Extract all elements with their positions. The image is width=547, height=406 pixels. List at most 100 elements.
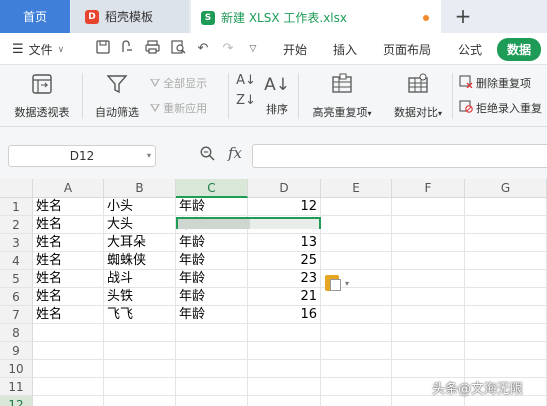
column-header-f[interactable]: F [392, 179, 465, 198]
cell-b5[interactable]: 战斗 [104, 270, 176, 288]
reapply-icon: ⛛ [150, 100, 161, 115]
cell-c4[interactable]: 年龄 [176, 252, 248, 270]
cell-a3[interactable]: 姓名 [33, 234, 104, 252]
cell-b4[interactable]: 蜘蛛侠 [104, 252, 176, 270]
save-icon[interactable] [94, 40, 112, 58]
remove-duplicates-button[interactable]: 删除重复项 [459, 75, 531, 91]
cell-d4[interactable]: 25 [248, 252, 321, 270]
cell-c3[interactable]: 年龄 [176, 234, 248, 252]
cell-d3[interactable]: 13 [248, 234, 321, 252]
ribbon-divider [298, 73, 299, 119]
autofilter-label: 自动筛选 [95, 106, 139, 119]
unsaved-dot-icon [423, 15, 429, 21]
row-header-6[interactable]: 6 [0, 288, 33, 306]
cell-b7[interactable]: 飞飞 [104, 306, 176, 324]
row-header-3[interactable]: 3 [0, 234, 33, 252]
formula-input[interactable] [252, 144, 547, 168]
cell-a5[interactable]: 姓名 [33, 270, 104, 288]
file-menu[interactable]: ☰ 文件 ∨ [12, 41, 64, 58]
column-header-b[interactable]: B [104, 179, 176, 198]
cell-a4[interactable]: 姓名 [33, 252, 104, 270]
name-box[interactable]: D12 ▾ [8, 145, 156, 167]
ribbon-divider [452, 73, 453, 119]
row-header-8[interactable]: 8 [0, 324, 33, 342]
column-header-c[interactable]: C [176, 179, 248, 198]
print-icon[interactable] [143, 40, 161, 58]
zoom-search-icon[interactable] [200, 146, 215, 165]
hamburger-icon: ☰ [12, 42, 24, 57]
active-cell-selection[interactable] [176, 217, 321, 229]
sort-button[interactable]: A↓ 排序 [262, 73, 292, 117]
tab-bar: 首页 D 稻壳模板 S 新建 XLSX 工作表.xlsx + [0, 0, 547, 33]
row-header-5[interactable]: 5 [0, 270, 33, 288]
tab-document[interactable]: S 新建 XLSX 工作表.xlsx [191, 0, 441, 33]
cell-a1[interactable]: 姓名 [33, 198, 104, 216]
pivot-table-button[interactable]: 数据透视表 [10, 73, 74, 120]
file-menu-label: 文件 [28, 43, 53, 57]
paste-options-button[interactable]: ▾ [325, 275, 349, 291]
cell-b3[interactable]: 大耳朵 [104, 234, 176, 252]
undo-icon[interactable]: ↶ [194, 40, 212, 58]
cell-a6[interactable]: 姓名 [33, 288, 104, 306]
cell-b6[interactable]: 头铁 [104, 288, 176, 306]
ribbon-data: 数据透视表 自动筛选 ⛛ 全部显示 ⛛ 重新应用 A↓ Z↓ A↓ 排序 高亮重… [0, 65, 547, 127]
cell-d5[interactable]: 23 [248, 270, 321, 288]
fx-icon[interactable]: fx [228, 144, 242, 162]
autofilter-button[interactable]: 自动筛选 [90, 73, 144, 120]
row-header-2[interactable]: 2 [0, 216, 33, 234]
new-tab-button[interactable]: + [452, 4, 474, 28]
select-all-corner[interactable] [0, 179, 33, 198]
row-header-12[interactable]: 12 [0, 396, 33, 406]
cell-c1[interactable]: 年龄 [176, 198, 248, 216]
tab-data[interactable]: 数据 [497, 38, 542, 61]
cell-d6[interactable]: 21 [248, 288, 321, 306]
tab-template[interactable]: D 稻壳模板 [71, 0, 189, 33]
cell-d1[interactable]: 12 [248, 198, 321, 216]
row-header-4[interactable]: 4 [0, 252, 33, 270]
row-header-1[interactable]: 1 [0, 198, 33, 216]
show-all-button[interactable]: ⛛ 全部显示 [150, 75, 207, 91]
formula-bar: D12 ▾ fx [0, 127, 547, 179]
tab-home-label: 首页 [22, 10, 47, 24]
grid-column-line [391, 198, 392, 406]
column-header-g[interactable]: G [465, 179, 547, 198]
redo-icon[interactable]: ↷ [219, 40, 237, 58]
export-pdf-icon[interactable] [118, 40, 136, 58]
cell-c5[interactable]: 年龄 [176, 270, 248, 288]
cell-d7[interactable]: 16 [248, 306, 321, 324]
tab-start[interactable]: 开始 [283, 41, 307, 58]
cell-a7[interactable]: 姓名 [33, 306, 104, 324]
cell-b2[interactable]: 大头 [104, 216, 176, 234]
grid-column-line [464, 198, 465, 406]
reject-duplicates-icon [459, 100, 473, 116]
cell-c7[interactable]: 年龄 [176, 306, 248, 324]
tab-formula[interactable]: 公式 [458, 41, 482, 58]
tab-template-label: 稻壳模板 [105, 10, 154, 24]
row-header-10[interactable]: 10 [0, 360, 33, 378]
column-header-e[interactable]: E [321, 179, 392, 198]
grid-row-line [33, 341, 547, 342]
spreadsheet-grid[interactable]: ABCDEFG123456789101112姓名小头年龄12姓名大头年龄15姓名… [0, 179, 547, 406]
tab-insert[interactable]: 插入 [333, 41, 357, 58]
highlight-duplicates-button[interactable]: 高亮重复项▾ [306, 73, 378, 120]
cell-c6[interactable]: 年龄 [176, 288, 248, 306]
row-header-7[interactable]: 7 [0, 306, 33, 324]
chevron-down-icon: ▾ [345, 278, 350, 288]
tab-page-layout[interactable]: 页面布局 [383, 41, 431, 58]
tab-home[interactable]: 首页 [0, 0, 70, 33]
reject-duplicates-button[interactable]: 拒绝录入重复 [459, 100, 542, 116]
print-preview-icon[interactable] [169, 40, 187, 58]
filter-funnel-icon [90, 73, 144, 100]
column-header-a[interactable]: A [33, 179, 104, 198]
reapply-button[interactable]: ⛛ 重新应用 [150, 100, 207, 116]
chevron-down-icon: ∨ [57, 44, 65, 55]
row-header-9[interactable]: 9 [0, 342, 33, 360]
quick-access-more-icon[interactable]: ▽ [244, 40, 262, 58]
highlight-duplicates-label: 高亮重复项 [312, 106, 368, 119]
row-header-11[interactable]: 11 [0, 378, 33, 396]
data-compare-button[interactable]: 数据对比▾ [386, 73, 450, 120]
cell-b1[interactable]: 小头 [104, 198, 176, 216]
column-header-d[interactable]: D [248, 179, 321, 198]
sort-ascending-button[interactable]: A↓ Z↓ [236, 73, 256, 113]
cell-a2[interactable]: 姓名 [33, 216, 104, 234]
